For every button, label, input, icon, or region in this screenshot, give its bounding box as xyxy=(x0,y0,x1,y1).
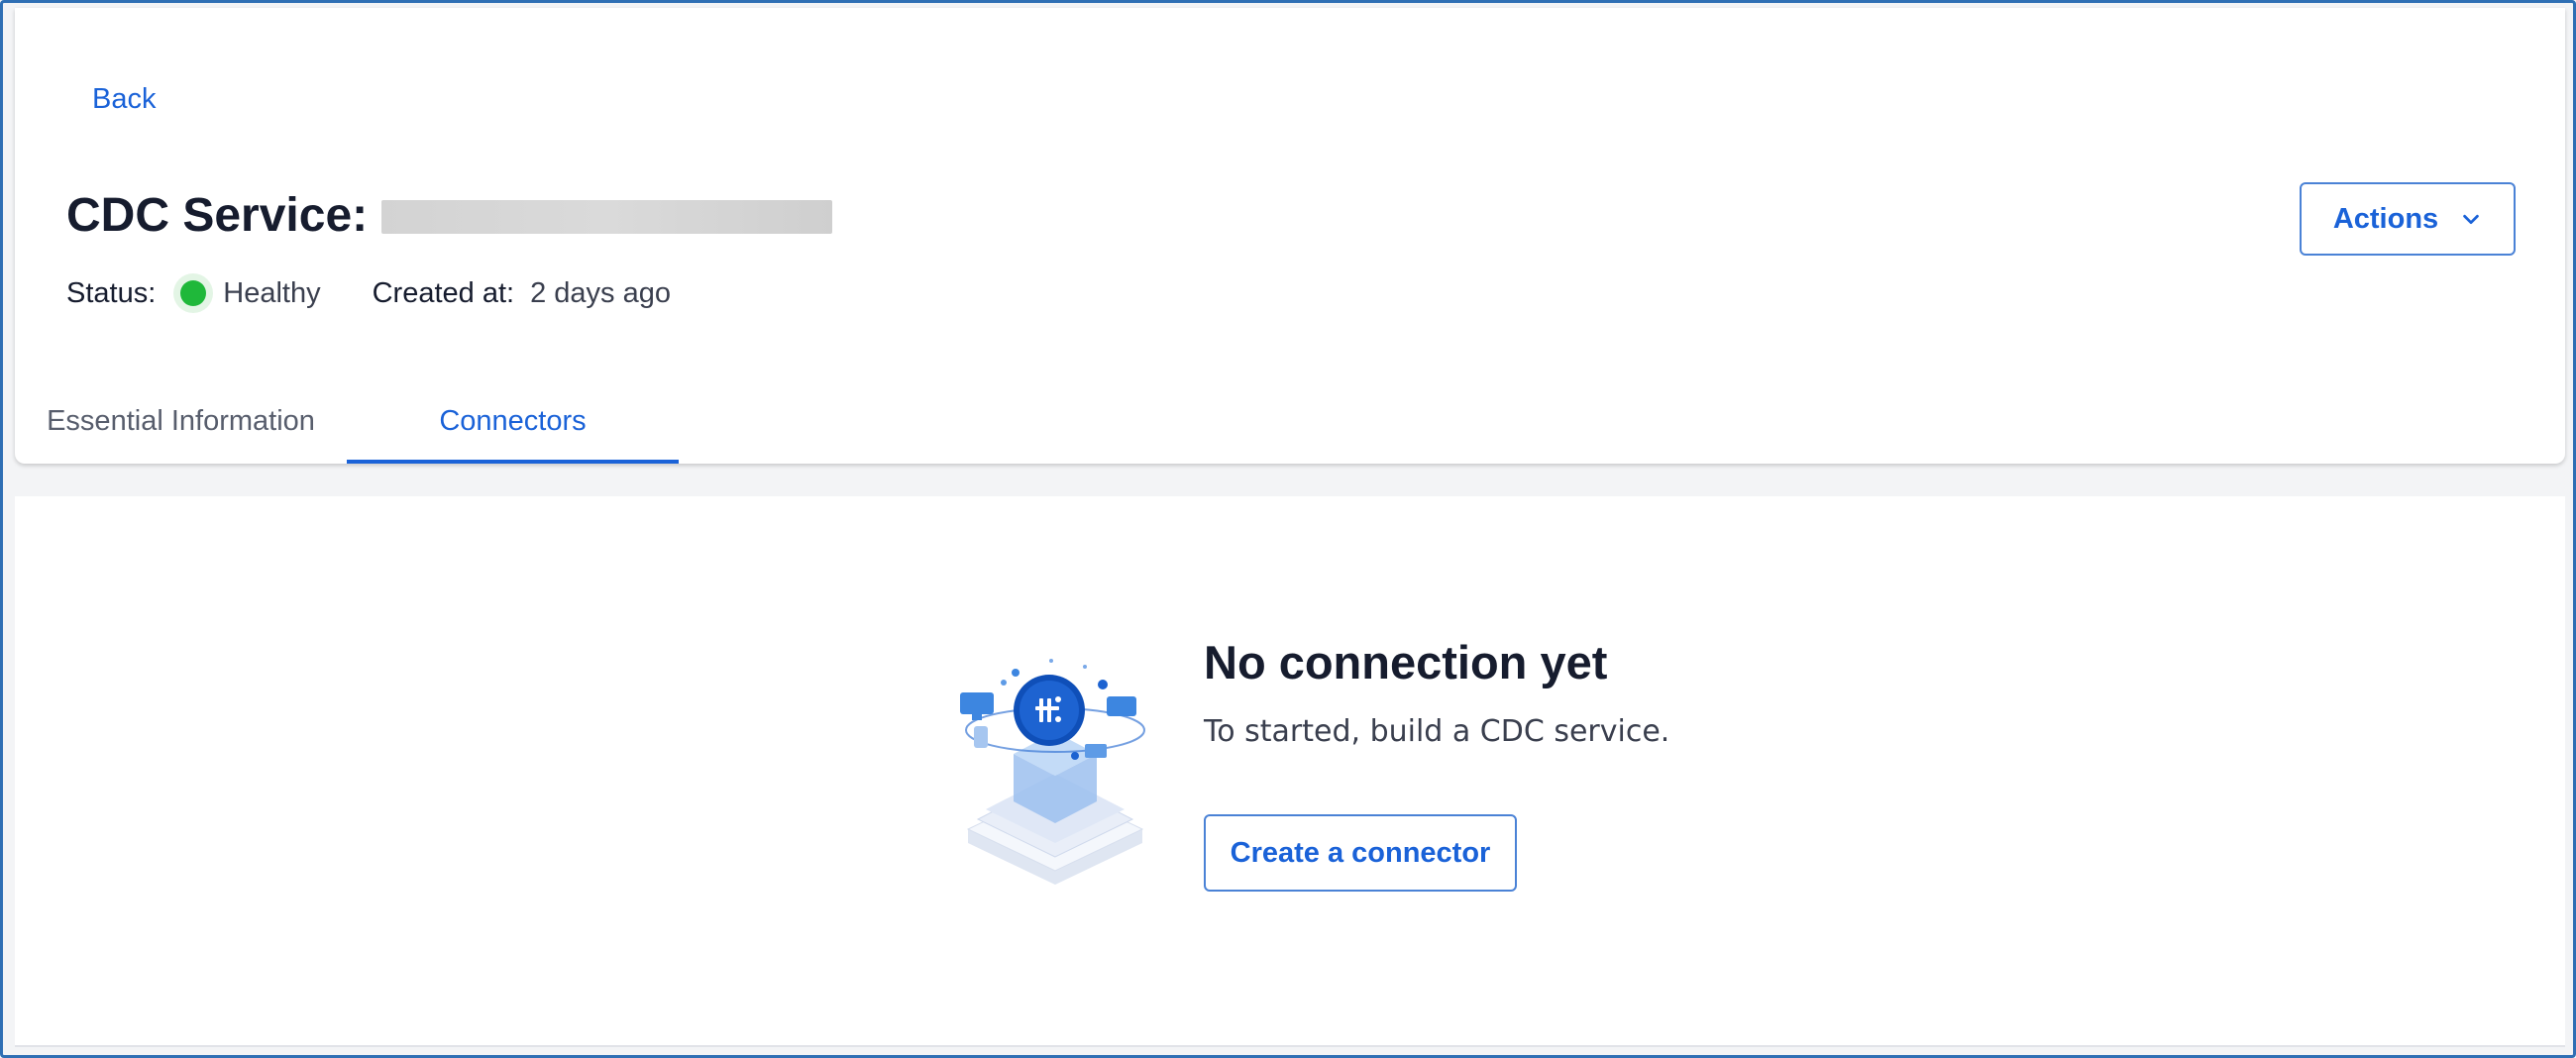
app-frame: Back CDC Service: Status: Healthy Create… xyxy=(0,0,2576,1058)
empty-state-description: To started, build a CDC service. xyxy=(1204,714,1670,749)
connector-hub-illustration xyxy=(960,659,1145,885)
created-value: 2 days ago xyxy=(530,276,671,309)
status-indicator xyxy=(173,273,214,313)
service-header: Back CDC Service: Status: Healthy Create… xyxy=(15,8,2565,464)
tab-essential-information[interactable]: Essential Information xyxy=(15,379,347,464)
service-meta: Status: Healthy Created at: 2 days ago xyxy=(66,273,671,313)
connectors-panel: No connection yet To started, build a CD… xyxy=(15,496,2565,1047)
page-title: CDC Service: xyxy=(66,188,369,242)
back-link[interactable]: Back xyxy=(92,83,156,116)
tab-connectors[interactable]: Connectors xyxy=(347,379,679,464)
chevron-down-icon xyxy=(2463,214,2479,225)
create-connector-button[interactable]: Create a connector xyxy=(1204,814,1517,892)
redacted-service-name xyxy=(381,200,833,234)
title-row: CDC Service: xyxy=(66,184,833,246)
tab-bar: Essential Information Connectors xyxy=(15,379,2565,464)
created-label: Created at: xyxy=(372,276,515,309)
empty-state-title: No connection yet xyxy=(1204,636,1608,688)
status-dot-icon xyxy=(180,280,207,306)
status-value: Healthy xyxy=(223,276,321,309)
actions-button[interactable]: Actions xyxy=(2300,182,2516,256)
status-label: Status: xyxy=(66,276,157,309)
actions-label: Actions xyxy=(2332,202,2439,235)
